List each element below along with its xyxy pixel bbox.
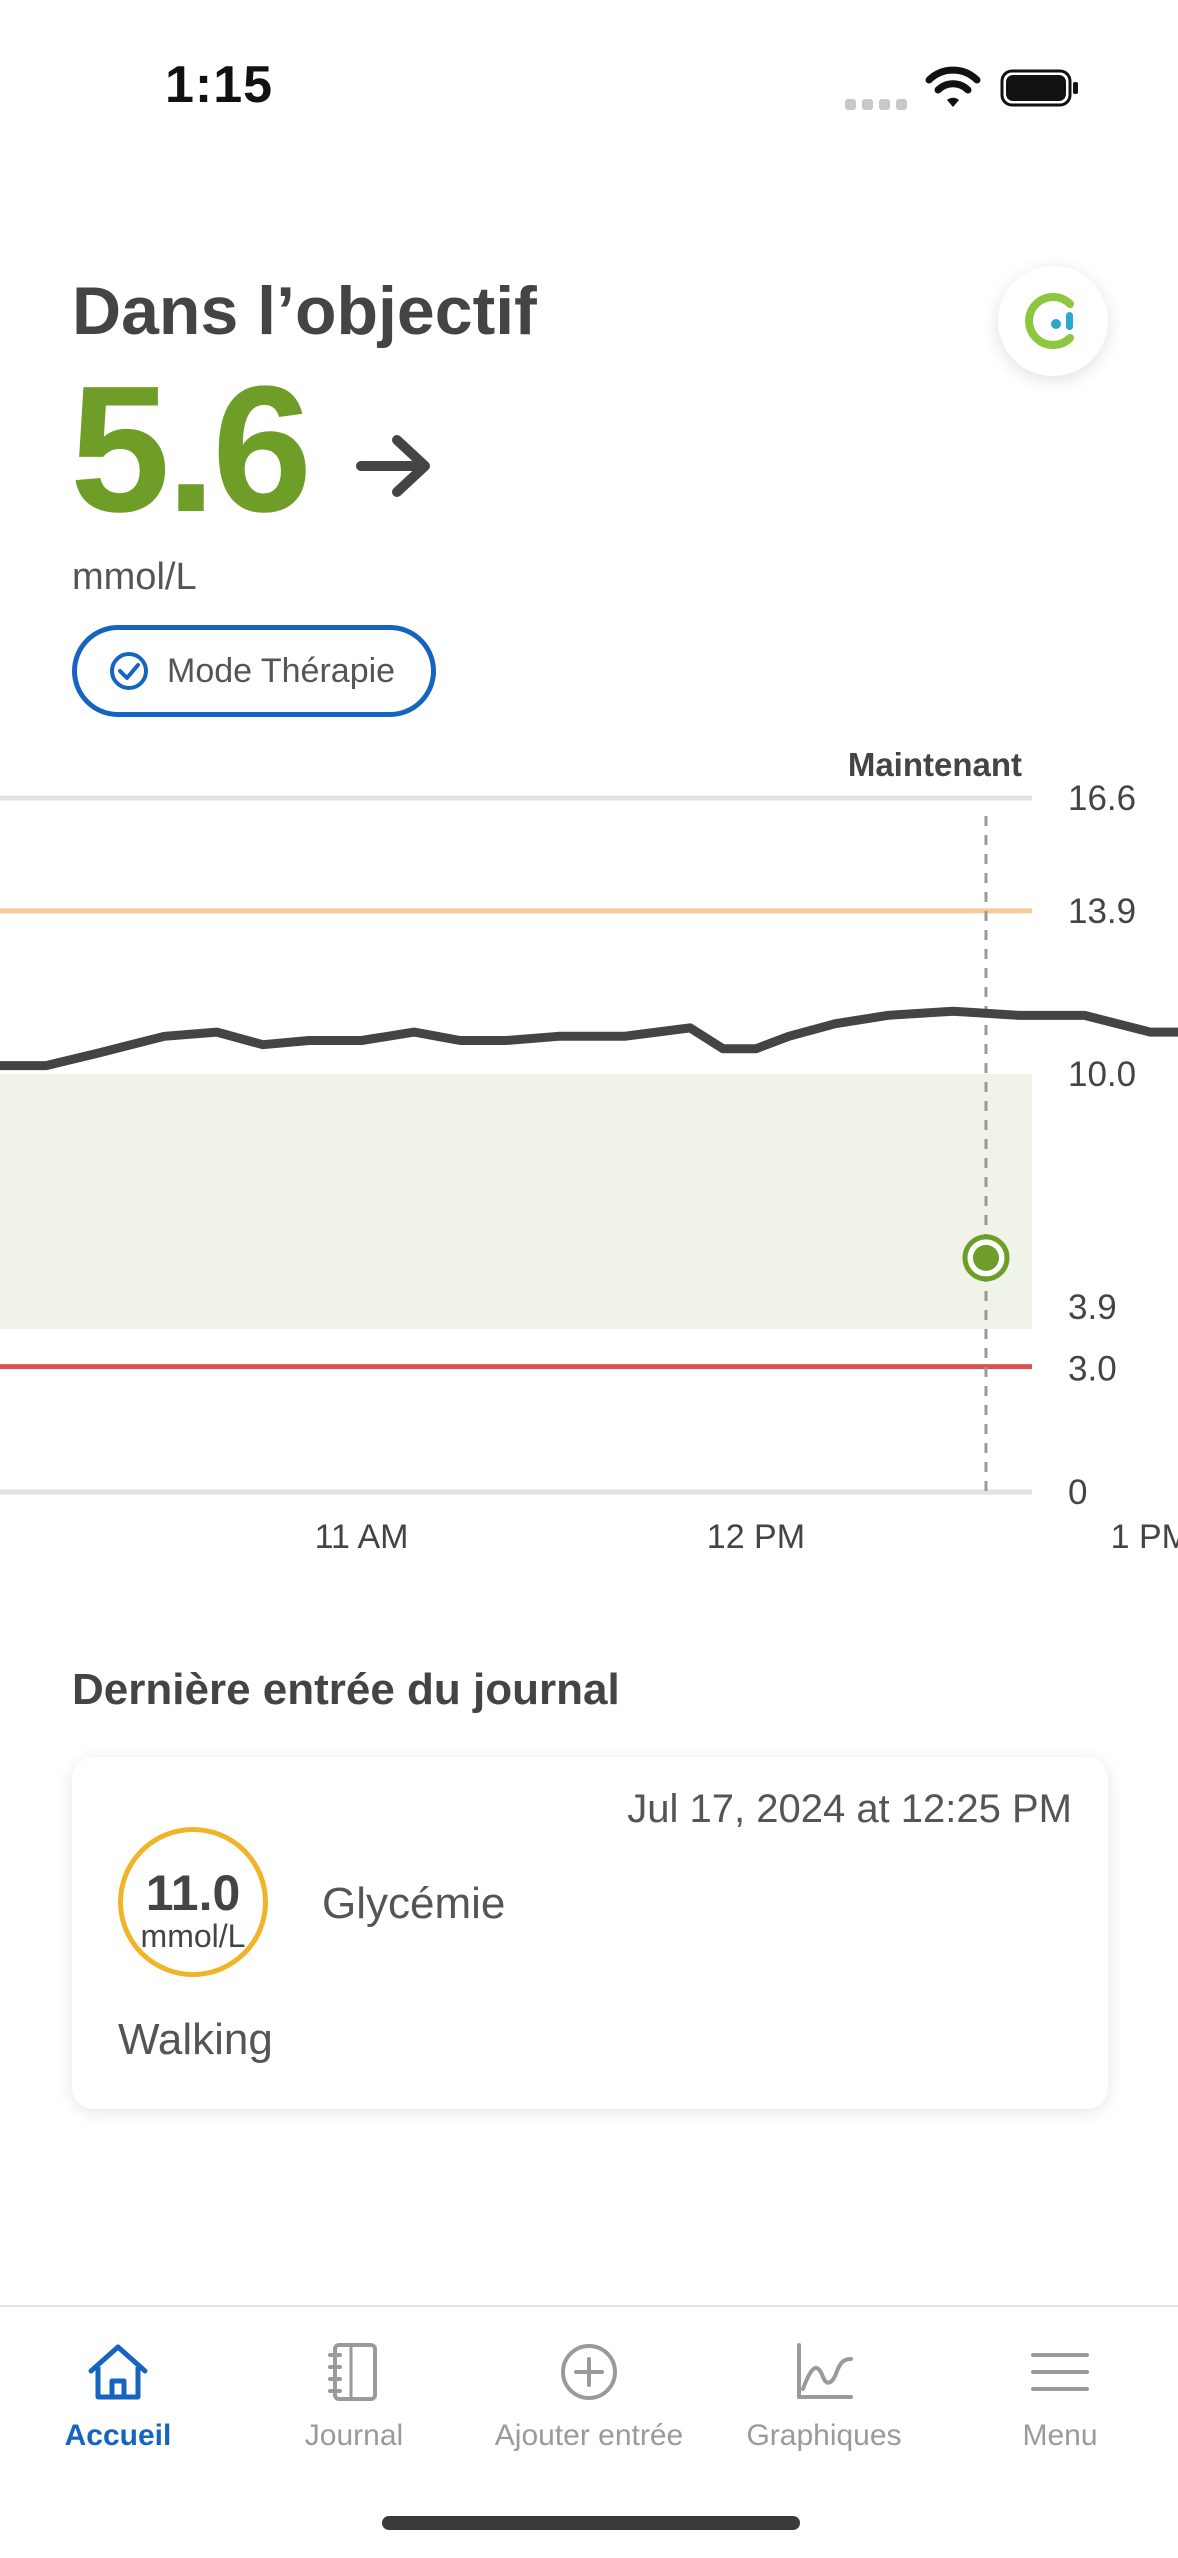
wifi-icon xyxy=(925,66,981,107)
entry-note: Walking xyxy=(118,2015,273,2064)
now-label: Maintenant xyxy=(848,746,1022,783)
app-logo-button[interactable] xyxy=(998,266,1108,376)
trend-arrow-icon xyxy=(356,435,430,497)
entry-type: Glycémie xyxy=(322,1879,506,1928)
x-tick-label: 12 PM xyxy=(707,1518,805,1550)
home-icon xyxy=(88,2344,148,2400)
entry-date: Jul 17, 2024 at 12:25 PM xyxy=(627,1787,1072,1831)
y-tick-label: 3.0 xyxy=(1068,1350,1117,1389)
menu-icon xyxy=(1031,2353,1089,2391)
journal-section-heading: Dernière entrée du journal xyxy=(72,1665,620,1714)
nav-item-accueil[interactable]: Accueil xyxy=(0,2337,236,2453)
nav-item-journal[interactable]: Journal xyxy=(236,2337,472,2453)
status-time: 1:15 xyxy=(165,56,274,114)
y-tick-label: 3.9 xyxy=(1068,1288,1117,1327)
journal-icon xyxy=(328,2343,377,2401)
entry-value-badge: 11.0 mmol/L xyxy=(118,1827,268,1977)
y-tick-label: 0 xyxy=(1068,1473,1087,1512)
x-tick-label: 11 AM xyxy=(315,1518,409,1550)
y-tick-label: 13.9 xyxy=(1068,892,1136,931)
glucose-status-title: Dans l’objectif xyxy=(72,273,537,349)
entry-value: 11.0 xyxy=(145,1865,241,1921)
nav-label-ajouter-entree: Ajouter entrée xyxy=(494,2419,684,2452)
cellular-signal-icon xyxy=(845,97,913,115)
current-reading-point xyxy=(972,1244,999,1271)
glucose-trend-chart[interactable]: 16.6 13.9 10.0 3.9 3.0 0 11 AM 12 PM 1 PM Maint… xyxy=(0,740,1178,1550)
app-logo-icon xyxy=(1025,293,1074,349)
y-tick-label: 10.0 xyxy=(1068,1055,1136,1094)
nav-item-menu[interactable]: Menu xyxy=(942,2337,1178,2453)
add-entry-icon xyxy=(561,2344,617,2400)
target-range-band xyxy=(0,1073,1032,1329)
x-tick-label: 1 PM xyxy=(1111,1518,1178,1550)
glucose-unit: mmol/L xyxy=(72,556,197,598)
nav-item-ajouter-entree[interactable]: Ajouter entrée xyxy=(471,2337,707,2453)
check-circle-icon xyxy=(110,652,148,690)
battery-icon xyxy=(1000,69,1078,107)
home-indicator xyxy=(382,2516,800,2530)
therapy-mode-label: Mode Thérapie xyxy=(167,651,396,690)
therapy-mode-button[interactable]: Mode Thérapie xyxy=(72,625,436,717)
nav-label-graphiques: Graphiques xyxy=(746,2419,902,2452)
latest-journal-entry-card[interactable]: Jul 17, 2024 at 12:25 PM 11.0 mmol/L Gly… xyxy=(72,1757,1108,2109)
nav-label-menu: Menu xyxy=(1022,2419,1098,2452)
current-glucose-value: 5.6 xyxy=(70,349,312,550)
nav-label-accueil: Accueil xyxy=(64,2419,172,2452)
nav-label-journal: Journal xyxy=(304,2419,404,2452)
entry-unit: mmol/L xyxy=(140,1918,246,1954)
nav-item-graphiques[interactable]: Graphiques xyxy=(706,2337,942,2453)
y-tick-label: 16.6 xyxy=(1068,779,1136,818)
chart-icon xyxy=(797,2343,853,2399)
